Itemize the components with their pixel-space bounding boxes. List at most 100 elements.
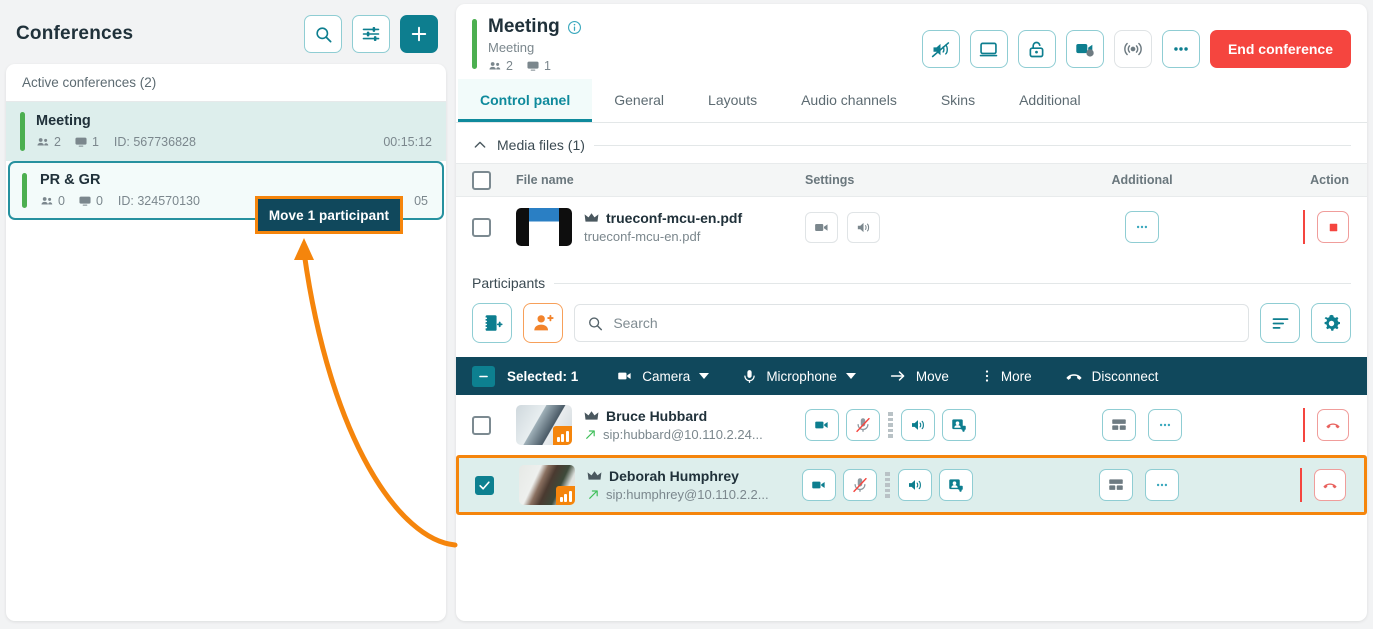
conference-id: ID: 567736828 xyxy=(113,135,196,149)
media-files-table-header: File name Settings Additional Action xyxy=(456,163,1367,197)
deselect-all-checkbox[interactable] xyxy=(472,365,495,387)
file-stop-button[interactable] xyxy=(1317,211,1349,243)
participant-hangup-button[interactable] xyxy=(1314,469,1346,501)
more-icon xyxy=(1156,483,1168,487)
invite-user-icon xyxy=(534,314,554,331)
screen-icon xyxy=(527,61,539,71)
video-icon xyxy=(815,223,828,231)
participant-camera-button[interactable] xyxy=(805,409,839,441)
invite-user-button[interactable] xyxy=(523,303,563,343)
search-button[interactable] xyxy=(304,15,342,53)
more-options-button[interactable] xyxy=(1161,30,1200,68)
user-video-icon xyxy=(952,419,966,432)
participant-checkbox[interactable] xyxy=(475,475,494,495)
search-icon xyxy=(589,316,603,330)
participant-hangup-button[interactable] xyxy=(1317,409,1349,441)
participant-row[interactable]: Bruce Hubbard sip:hubbard@10.110.2.24... xyxy=(456,395,1367,455)
tab-control-panel[interactable]: Control panel xyxy=(458,79,593,122)
camera-action[interactable]: Camera xyxy=(616,367,710,385)
file-checkbox[interactable] xyxy=(472,217,491,237)
participant-more-button[interactable] xyxy=(1148,409,1182,441)
participant-name-row: Bruce Hubbard xyxy=(584,408,763,424)
file-video-button[interactable] xyxy=(805,211,838,243)
kebab-icon xyxy=(985,370,988,382)
hangup-icon xyxy=(1066,374,1082,380)
signal-strength-icon xyxy=(556,486,575,505)
create-conference-button[interactable] xyxy=(400,15,438,53)
sort-button[interactable] xyxy=(1260,303,1300,343)
action-divider xyxy=(1303,408,1305,442)
participant-layout-button[interactable] xyxy=(1099,469,1133,501)
active-conferences-header: Active conferences (2) xyxy=(6,64,446,102)
more-action[interactable]: More xyxy=(981,367,1032,385)
search-icon xyxy=(315,26,331,42)
conference-list-item[interactable]: PR & GR 0 0 ID: 324570130 05 xyxy=(8,161,444,220)
participant-search[interactable] xyxy=(574,304,1249,342)
end-conference-button[interactable]: End conference xyxy=(1209,30,1351,68)
hangup-icon xyxy=(1323,483,1337,489)
participant-more-button[interactable] xyxy=(1145,469,1179,501)
address-book-add-button[interactable] xyxy=(472,303,512,343)
screen-layout-button[interactable] xyxy=(969,30,1008,68)
disconnect-action[interactable]: Disconnect xyxy=(1064,368,1158,384)
filter-button[interactable] xyxy=(352,15,390,53)
participants-count: 2 xyxy=(488,59,513,73)
conference-meta: 0 0 ID: 324570130 05 xyxy=(40,194,428,208)
streams-count: 1 xyxy=(74,135,99,149)
participant-row[interactable]: Deborah Humphrey sip:humphrey@10.110.2.2… xyxy=(456,455,1367,515)
lock-button[interactable] xyxy=(1017,30,1056,68)
file-audio-button[interactable] xyxy=(847,211,880,243)
info-icon[interactable] xyxy=(567,20,582,35)
file-more-button[interactable] xyxy=(1125,211,1159,243)
conference-id: ID: 324570130 xyxy=(117,194,200,208)
participant-speaker-button[interactable] xyxy=(901,409,935,441)
file-name: trueconf-mcu-en.pdf xyxy=(606,210,743,226)
participant-layout-button[interactable] xyxy=(1102,409,1136,441)
participant-select-cell xyxy=(475,475,519,495)
record-video-button[interactable] xyxy=(1065,30,1104,68)
settings-gear-icon xyxy=(1324,314,1340,331)
participant-video-window-button[interactable] xyxy=(942,409,976,441)
streaming-button[interactable] xyxy=(1113,30,1152,68)
participant-microphone-button[interactable] xyxy=(846,409,880,441)
crown-icon xyxy=(584,411,599,420)
search-input[interactable] xyxy=(613,315,1236,331)
control-panel-body: Media files (1) File name Settings Addit… xyxy=(456,123,1367,621)
participant-action-cell xyxy=(1264,468,1364,502)
participant-sip-row: sip:hubbard@10.110.2.24... xyxy=(584,427,763,442)
more-label: More xyxy=(1000,368,1032,384)
status-indicator-bar xyxy=(20,112,25,151)
volume-level-indicator xyxy=(885,472,890,498)
conference-list-item[interactable]: Meeting 2 1 ID: 567736828 00:15:12 xyxy=(6,102,446,161)
media-files-label: Media files (1) xyxy=(497,137,585,153)
select-all-files-checkbox[interactable] xyxy=(472,170,491,190)
participant-camera-button[interactable] xyxy=(802,469,836,501)
tab-layouts[interactable]: Layouts xyxy=(686,79,779,122)
chevron-down-icon xyxy=(845,373,856,379)
address-book-add-icon xyxy=(483,315,503,331)
participant-sip: sip:hubbard@10.110.2.24... xyxy=(603,427,763,442)
media-file-row[interactable]: trueconf-mcu-en.pdf trueconf-mcu-en.pdf xyxy=(456,197,1367,257)
chevron-up-icon xyxy=(474,141,486,148)
participant-controls-cell xyxy=(784,469,1014,501)
participant-checkbox[interactable] xyxy=(472,415,491,435)
tab-audio-channels[interactable]: Audio channels xyxy=(779,79,919,122)
settings-button[interactable] xyxy=(1311,303,1351,343)
screen-icon xyxy=(75,137,87,147)
microphone-action[interactable]: Microphone xyxy=(741,368,856,385)
mute-all-speakers-button[interactable] xyxy=(921,30,960,68)
column-action: Action xyxy=(1310,173,1349,187)
application-root: Conferences Active conferences (2) Meeti… xyxy=(0,0,1373,629)
camera-label: Camera xyxy=(642,368,691,384)
participant-texts: Deborah Humphrey sip:humphrey@10.110.2.2… xyxy=(587,468,769,502)
microphone-icon xyxy=(744,369,756,383)
participant-video-window-button[interactable] xyxy=(939,469,973,501)
participant-speaker-button[interactable] xyxy=(898,469,932,501)
conference-title: Meeting xyxy=(488,16,560,37)
media-files-section-header[interactable]: Media files (1) xyxy=(456,123,1367,163)
tab-general[interactable]: General xyxy=(592,79,686,122)
move-action[interactable]: Move xyxy=(888,367,949,385)
tab-skins[interactable]: Skins xyxy=(919,79,997,122)
tab-additional[interactable]: Additional xyxy=(997,79,1103,122)
participant-microphone-button[interactable] xyxy=(843,469,877,501)
